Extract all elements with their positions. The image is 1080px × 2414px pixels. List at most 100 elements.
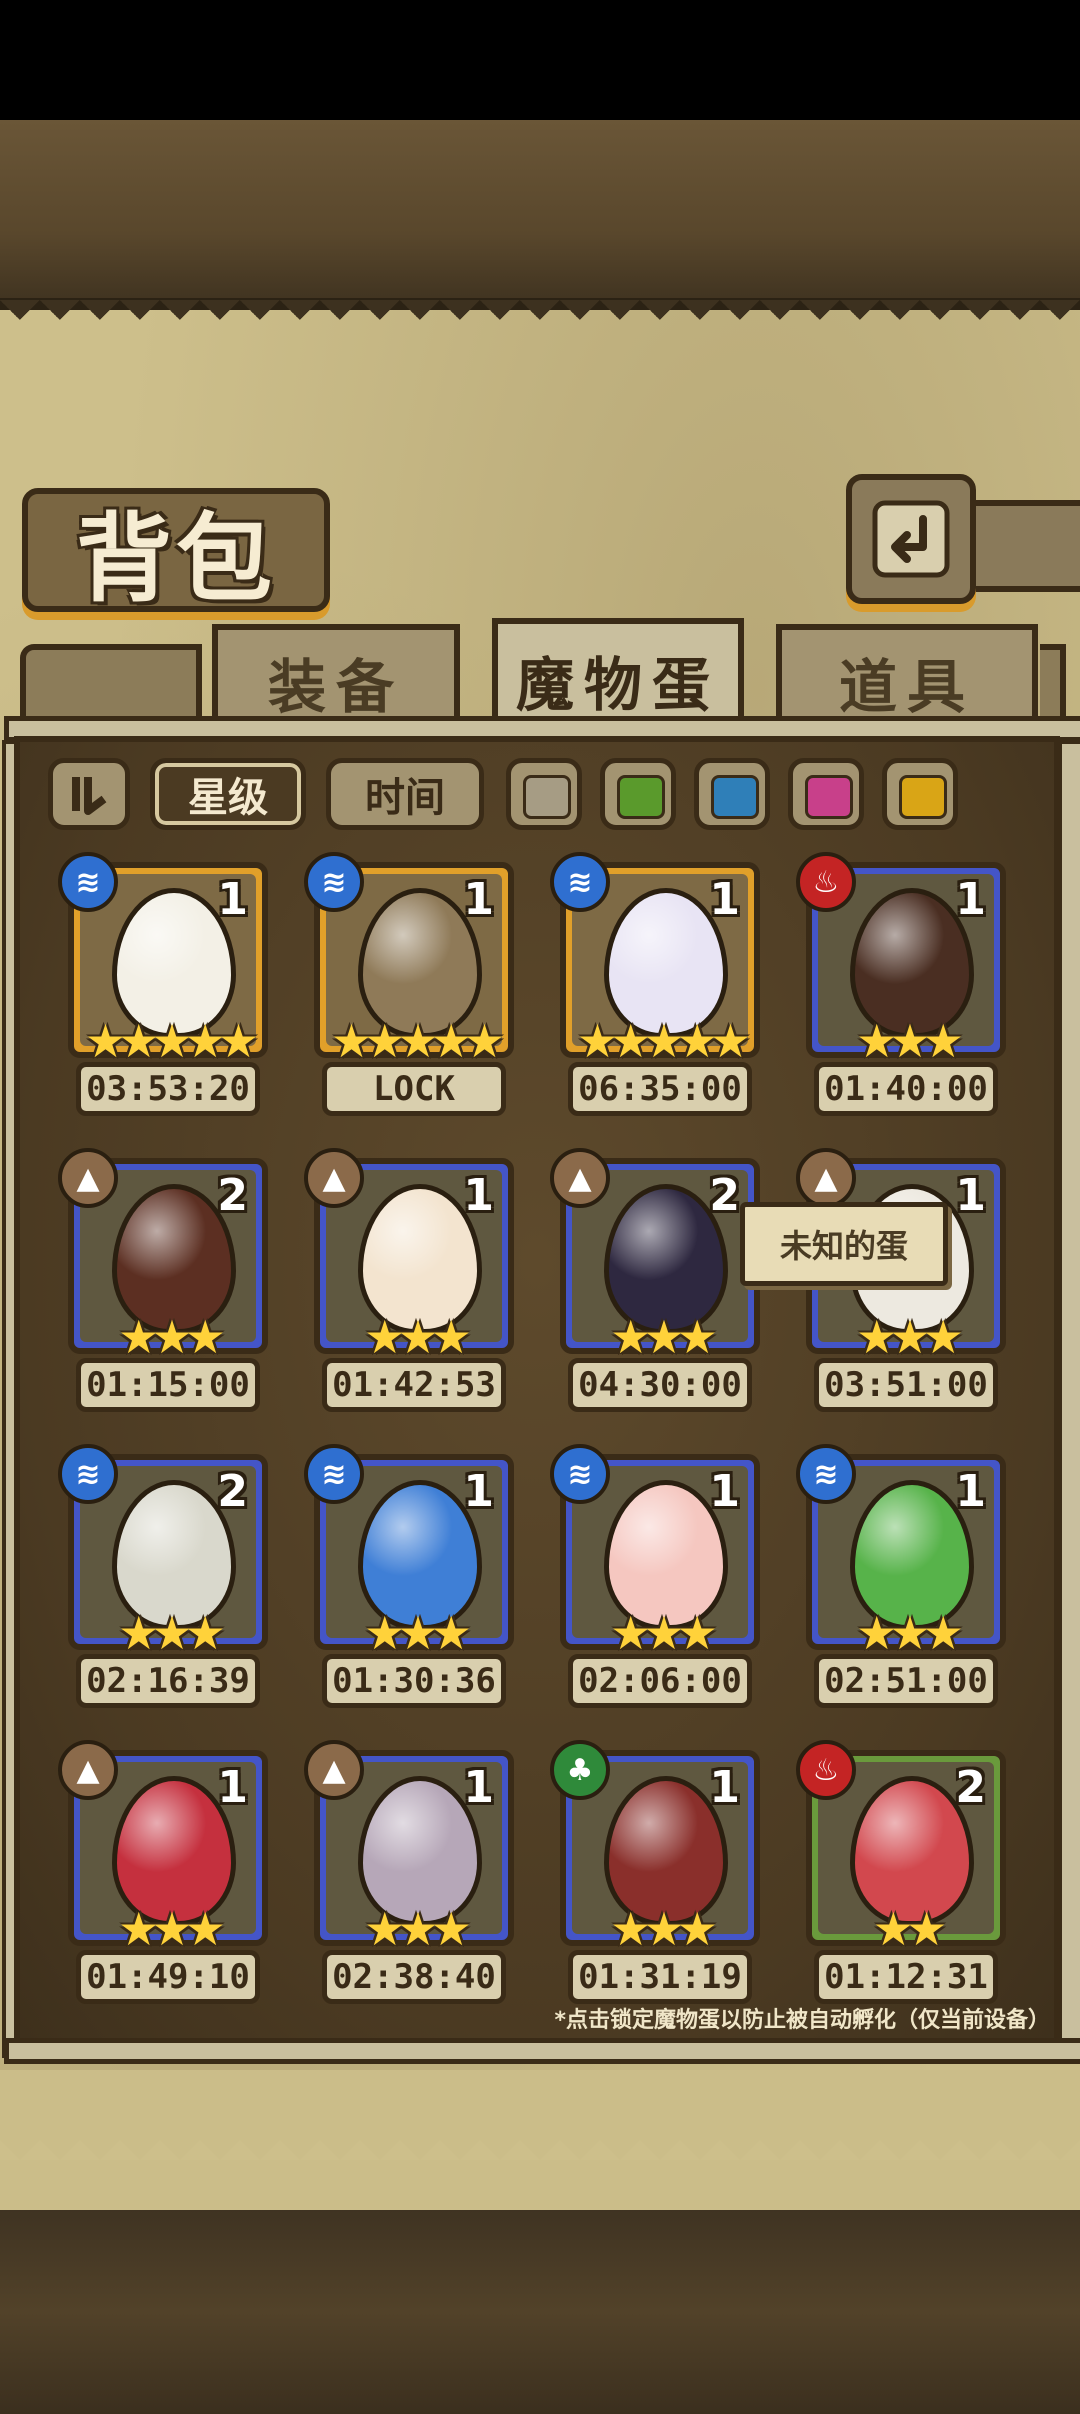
egg-card[interactable]: 1 ★★★ ≋ 02:51:00 <box>796 1444 1006 1734</box>
egg-count: 1 <box>217 1762 248 1813</box>
color-swatch-gray <box>523 775 571 819</box>
color-filter-yellow[interactable] <box>882 758 958 830</box>
egg-card[interactable]: 1 ★★★ ≋ 01:30:36 <box>304 1444 514 1734</box>
star-rating: ★★★ <box>118 1902 226 1956</box>
hatch-timer: 06:35:00 <box>568 1062 752 1116</box>
panel-bottom-rail <box>4 2038 1080 2064</box>
egg-count: 1 <box>463 1170 494 1221</box>
sort-by-star-button[interactable]: 星级 <box>150 758 306 830</box>
egg-card[interactable]: 1 ★★★ ▲ 03:51:00 <box>796 1148 1006 1438</box>
tooltip-unknown-egg: 未知的蛋 <box>740 1202 948 1286</box>
map-background-top <box>0 120 1080 310</box>
color-filter-green[interactable] <box>600 758 676 830</box>
egg-card[interactable]: 1 ★★★★★ ≋ 06:35:00 <box>550 852 760 1142</box>
map-background-bottom <box>0 2210 1080 2414</box>
hatch-timer: 01:31:19 <box>568 1950 752 2004</box>
color-filter-gray[interactable] <box>506 758 582 830</box>
hatch-timer: 02:06:00 <box>568 1654 752 1708</box>
egg-count: 1 <box>955 1466 986 1517</box>
egg-card[interactable]: 1 ★★★ ≋ 02:06:00 <box>550 1444 760 1734</box>
star-rating: ★★★ <box>364 1606 472 1660</box>
water-element-icon: ≋ <box>550 852 610 912</box>
earth-element-icon: ▲ <box>304 1740 364 1800</box>
color-swatch-green <box>617 775 665 819</box>
sort-by-time-label: 时间 <box>365 775 445 821</box>
star-rating: ★★★ <box>610 1310 718 1364</box>
water-element-icon: ≋ <box>58 852 118 912</box>
egg-card[interactable]: 1 ★★★ ▲ 02:38:40 <box>304 1740 514 2030</box>
egg-count: 1 <box>463 1762 494 1813</box>
egg-count: 1 <box>463 1466 494 1517</box>
tab-label: 道具 <box>838 653 975 721</box>
parchment-edge-top <box>0 300 1080 340</box>
egg-count: 1 <box>955 1170 986 1221</box>
tab-label: 装备 <box>267 653 404 721</box>
earth-element-icon: ▲ <box>550 1148 610 1208</box>
water-element-icon: ≋ <box>304 852 364 912</box>
egg-count: 1 <box>709 1466 740 1517</box>
hatch-timer: 01:40:00 <box>814 1062 998 1116</box>
page-title: 背包 <box>76 501 276 615</box>
color-filter-blue[interactable] <box>694 758 770 830</box>
back-button[interactable] <box>846 474 976 604</box>
star-rating: ★★★ <box>856 1606 964 1660</box>
sort-toggle-button[interactable] <box>48 758 130 830</box>
egg-card[interactable]: 2 ★★★ ▲ 01:15:00 <box>58 1148 268 1438</box>
star-rating: ★★★ <box>610 1902 718 1956</box>
sort-toggle-icon <box>72 777 107 815</box>
hatch-timer: 01:30:36 <box>322 1654 506 1708</box>
egg-card[interactable]: 2 ★★★ ≋ 02:16:39 <box>58 1444 268 1734</box>
hatch-timer: 01:42:53 <box>322 1358 506 1412</box>
star-rating: ★★★★★ <box>330 1014 505 1068</box>
hatch-timer: 01:49:10 <box>76 1950 260 2004</box>
color-swatch-blue <box>711 775 759 819</box>
star-rating: ★★ <box>872 1902 947 1956</box>
egg-count: 2 <box>217 1466 248 1517</box>
egg-card[interactable]: 1 ★★★ ♨ 01:40:00 <box>796 852 1006 1142</box>
egg-count: 2 <box>217 1170 248 1221</box>
egg-card[interactable]: 1 ★★★ ♣ 01:31:19 <box>550 1740 760 2030</box>
water-element-icon: ≋ <box>796 1444 856 1504</box>
parchment-edge-bottom <box>0 2120 1080 2160</box>
hatch-timer: 03:51:00 <box>814 1358 998 1412</box>
egg-count: 1 <box>709 1762 740 1813</box>
egg-count: 2 <box>955 1762 986 1813</box>
back-arrow-icon <box>872 500 950 578</box>
egg-card[interactable]: 1 ★★★ ▲ 01:42:53 <box>304 1148 514 1438</box>
hatch-timer: 02:38:40 <box>322 1950 506 2004</box>
earth-element-icon: ▲ <box>304 1148 364 1208</box>
egg-card[interactable]: 2 ★★★ ▲ 04:30:00 <box>550 1148 760 1438</box>
star-rating: ★★★ <box>856 1310 964 1364</box>
fire-element-icon: ♨ <box>796 852 856 912</box>
star-rating: ★★★ <box>364 1310 472 1364</box>
hatch-timer: 01:15:00 <box>76 1358 260 1412</box>
egg-count: 1 <box>463 874 494 925</box>
earth-element-icon: ▲ <box>796 1148 856 1208</box>
color-filter-pink[interactable] <box>788 758 864 830</box>
hatch-timer: 04:30:00 <box>568 1358 752 1412</box>
egg-count: 1 <box>709 874 740 925</box>
egg-card[interactable]: 1 ★★★ ▲ 01:49:10 <box>58 1740 268 2030</box>
hatch-timer: 03:53:20 <box>76 1062 260 1116</box>
panel-frame-right <box>1058 740 1080 2058</box>
star-rating: ★★★ <box>856 1014 964 1068</box>
hatch-timer: 01:12:31 <box>814 1950 998 2004</box>
lock-hint-footnote: *点击锁定魔物蛋以防止被自动孵化（仅当前设备） <box>554 2008 1050 2033</box>
egg-count: 1 <box>217 874 248 925</box>
sort-by-time-button[interactable]: 时间 <box>326 758 484 830</box>
fire-element-icon: ♨ <box>796 1740 856 1800</box>
earth-element-icon: ▲ <box>58 1740 118 1800</box>
hatch-timer: 02:16:39 <box>76 1654 260 1708</box>
water-element-icon: ≋ <box>58 1444 118 1504</box>
back-button-rail <box>968 500 1080 592</box>
title-plaque: 背包 <box>22 488 330 615</box>
star-rating: ★★★ <box>610 1606 718 1660</box>
egg-card[interactable]: 1 ★★★★★ ≋ LOCK <box>304 852 514 1142</box>
color-swatch-pink <box>805 775 853 819</box>
star-rating: ★★★ <box>118 1310 226 1364</box>
egg-card[interactable]: 2 ★★ ♨ 01:12:31 <box>796 1740 1006 2030</box>
color-swatch-yellow <box>899 775 947 819</box>
tab-label: 魔物蛋 <box>515 651 720 719</box>
water-element-icon: ≋ <box>550 1444 610 1504</box>
egg-card[interactable]: 1 ★★★★★ ≋ 03:53:20 <box>58 852 268 1142</box>
